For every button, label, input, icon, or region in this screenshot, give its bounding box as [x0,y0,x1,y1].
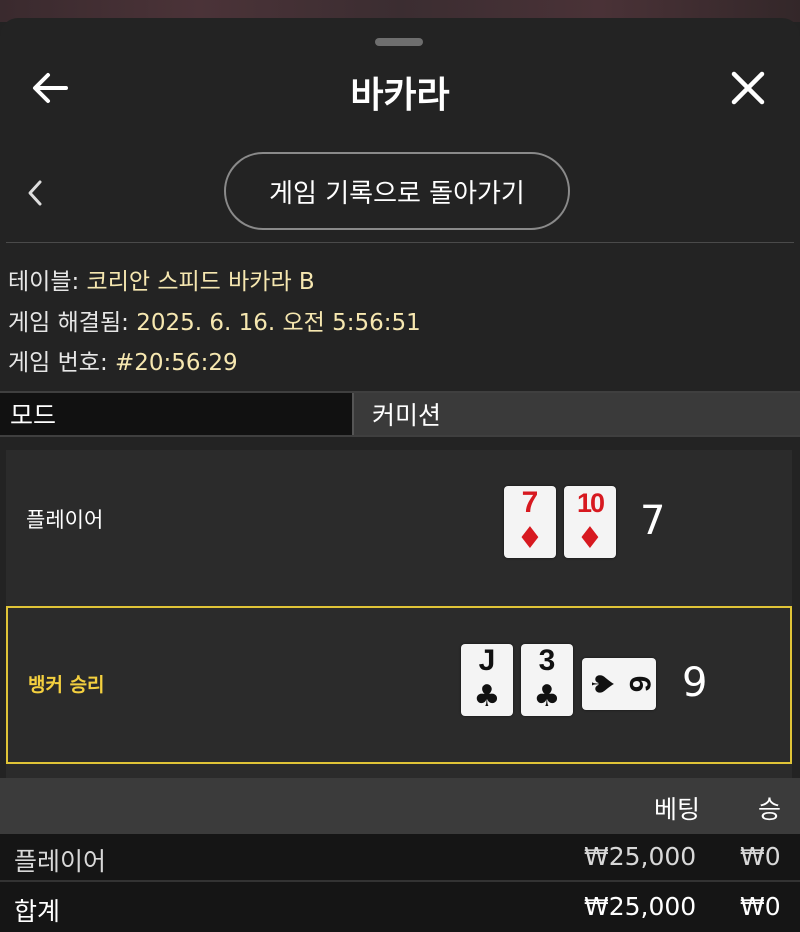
banker-card-1: J ♣ [461,644,513,716]
row-name: 플레이어 [14,847,107,876]
resolved-label: 게임 해결됨: [8,310,129,336]
player-card-2: 10 ♦ [564,486,616,558]
close-icon[interactable] [728,68,768,108]
player-label: 플레이어 [26,508,104,532]
total-bet: ₩25,000 [584,892,697,921]
table-row: 플레이어 ₩25,000 ₩0 [0,834,800,880]
card-rank: 7 [521,486,539,519]
table-value: 코리안 스피드 바카라 B [86,269,315,295]
table-info: 테이블: 코리안 스피드 바카라 B [8,262,315,296]
game-number-label: 게임 번호: [8,350,108,376]
resolved-value: 2025. 6. 16. 오전 5:56:51 [136,310,421,336]
player-score: 7 [640,498,666,544]
card-rank: 6 [623,675,656,693]
card-rank: J [478,644,496,677]
sheet-grabber[interactable] [375,38,423,46]
card-rank: 3 [538,644,556,677]
total-win: ₩0 [740,892,781,921]
banker-card-2: 3 ♣ [521,644,573,716]
card-rank: 10 [576,488,605,518]
diamond-icon: ♦ [576,521,604,556]
mode-label: 모드 [0,393,352,435]
bottom-sheet: 바카라 게임 기록으로 돌아가기 테이블: 코리안 스피드 바카라 B 게임 해… [0,18,800,932]
chevron-left-icon[interactable] [24,178,46,208]
resolved-info: 게임 해결됨: 2025. 6. 16. 오전 5:56:51 [8,303,421,337]
back-to-history-button[interactable]: 게임 기록으로 돌아가기 [224,152,570,230]
spade-icon: ♠ [584,670,619,698]
banker-win-label: 뱅커 승리 [28,674,105,696]
game-number-info: 게임 번호: #20:56:29 [8,343,238,377]
total-row: 합계 ₩25,000 ₩0 [0,880,800,932]
club-icon: ♣ [533,679,561,714]
player-row: 플레이어 7 ♦ 10 ♦ 7 [6,450,792,602]
divider [6,242,794,243]
bet-column-header: 베팅 [654,795,701,824]
row-win: ₩0 [740,842,781,871]
row-bet: ₩25,000 [584,842,697,871]
total-label: 합계 [14,897,61,926]
page-title: 바카라 [350,75,450,116]
table-label: 테이블: [8,269,80,295]
mode-row: 모드 커미션 [0,391,800,437]
bets-table-header: 베팅 승 [0,778,800,834]
banker-row: 뱅커 승리 J ♣ 3 ♣ 6 ♠ 9 [6,606,792,764]
club-icon: ♣ [473,679,501,714]
game-number-value: #20:56:29 [115,350,238,376]
mode-value: 커미션 [352,393,800,435]
banker-score: 9 [682,660,708,706]
banker-card-3: 6 ♠ [582,658,656,710]
win-column-header: 승 [758,795,782,824]
diamond-icon: ♦ [516,521,544,556]
result-panel: 플레이어 7 ♦ 10 ♦ 7 뱅커 승리 J ♣ 3 ♣ 6 ♠ 9 [6,450,792,778]
player-card-1: 7 ♦ [504,486,556,558]
card-face: 6 ♠ [582,658,656,710]
